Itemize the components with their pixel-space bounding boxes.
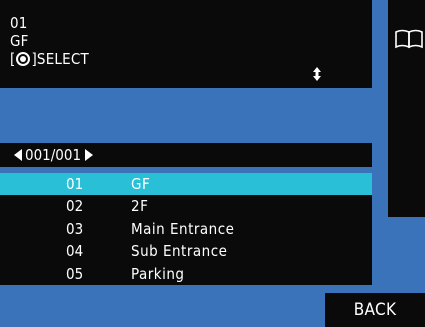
list-item-name: Sub Entrance bbox=[131, 242, 228, 261]
list-item-number: 05 bbox=[66, 264, 84, 283]
floor-list: 01 GF 02 2F 03 Main Entrance 04 Sub Entrance 05 P… bbox=[0, 173, 372, 285]
list-item[interactable]: 02 2F bbox=[0, 195, 372, 217]
screen: 01 GF [ ]SELECT 001/001 01 GF 02 2F 03 Main E… bbox=[0, 0, 425, 327]
left-triangle-icon[interactable] bbox=[14, 149, 22, 161]
list-item[interactable]: 03 Main Entrance bbox=[0, 218, 372, 240]
header-panel: 01 GF [ ]SELECT bbox=[0, 0, 372, 88]
selected-number: 01 bbox=[10, 14, 28, 32]
back-button[interactable]: BACK bbox=[325, 293, 425, 327]
select-label: ]SELECT bbox=[31, 50, 89, 68]
right-triangle-icon[interactable] bbox=[85, 149, 94, 161]
select-bracket-open: [ bbox=[10, 50, 16, 68]
list-item-name: Parking bbox=[131, 264, 185, 283]
list-item-name: Main Entrance bbox=[131, 219, 235, 238]
selected-name: GF bbox=[10, 32, 29, 50]
list-item-name: 2F bbox=[131, 197, 149, 216]
book-icon[interactable] bbox=[394, 28, 424, 50]
list-item-number: 02 bbox=[66, 197, 84, 216]
dial-button-icon bbox=[16, 52, 31, 66]
list-item[interactable]: 05 Parking bbox=[0, 263, 372, 285]
scroll-updown-icon bbox=[313, 67, 321, 81]
list-item-number: 03 bbox=[66, 219, 84, 238]
panel-divider bbox=[372, 0, 388, 88]
side-panel bbox=[388, 0, 425, 217]
list-item[interactable]: 01 GF bbox=[0, 173, 372, 195]
pager: 001/001 bbox=[14, 145, 94, 165]
list-item-name: GF bbox=[131, 175, 151, 193]
list-item-number: 01 bbox=[66, 175, 84, 193]
header-text: 01 GF [ ]SELECT bbox=[10, 14, 89, 68]
page-indicator: 001/001 bbox=[25, 146, 82, 164]
list-item[interactable]: 04 Sub Entrance bbox=[0, 240, 372, 262]
select-hint: [ ]SELECT bbox=[10, 50, 89, 68]
list-item-number: 04 bbox=[66, 242, 84, 261]
